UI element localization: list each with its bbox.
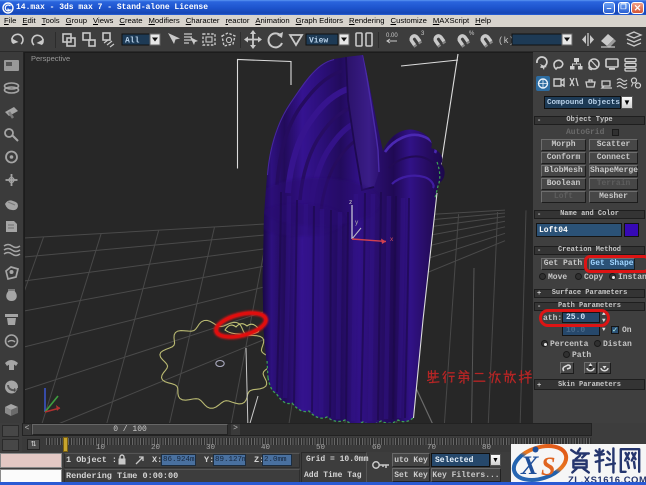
svg-text:%: % (469, 31, 475, 37)
svg-text:S: S (541, 452, 555, 481)
svg-text:X: X (520, 451, 539, 480)
svg-text:M: M (14, 388, 18, 394)
svg-text:All: All (125, 37, 140, 46)
svg-text:3: 3 (421, 31, 425, 37)
svg-text:0.00: 0.00 (386, 33, 398, 39)
svg-text:Perspective: Perspective (31, 54, 70, 63)
svg-text:View: View (309, 37, 328, 46)
svg-text:z: z (349, 199, 352, 206)
